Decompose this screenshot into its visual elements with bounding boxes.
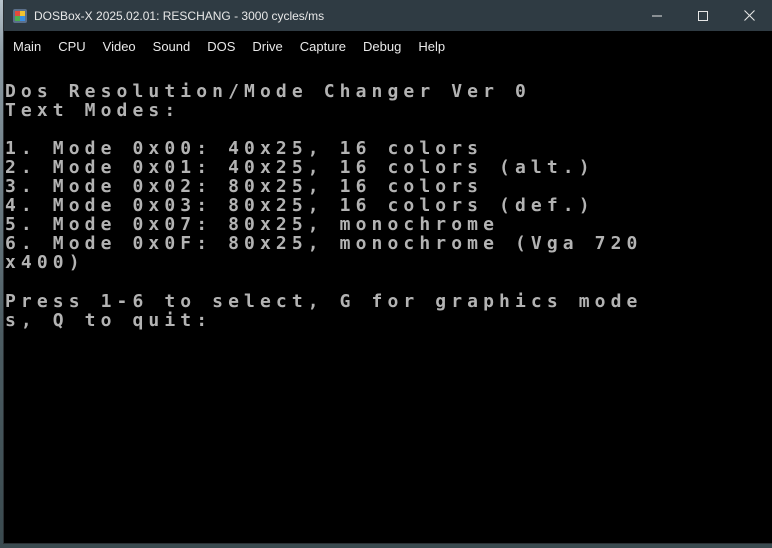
menu-video[interactable]: Video: [97, 31, 142, 63]
mode-option-line: 1. Mode 0x00: 40x25, 16 colors: [5, 138, 484, 159]
section-heading-line: Text Modes:: [5, 100, 181, 121]
menu-sound[interactable]: Sound: [147, 31, 197, 63]
mode-option-line: 3. Mode 0x02: 80x25, 16 colors: [5, 176, 484, 197]
prompt-line: Press 1-6 to select, G for graphics mode: [5, 291, 643, 312]
mode-option-line: 4. Mode 0x03: 80x25, 16 colors (def.): [5, 195, 595, 216]
menu-capture[interactable]: Capture: [294, 31, 352, 63]
mode-option-line-wrap: x400): [5, 252, 85, 273]
title-bar[interactable]: DOSBox-X 2025.02.01: RESCHANG - 3000 cyc…: [4, 0, 772, 31]
menu-cpu[interactable]: CPU: [52, 31, 91, 63]
menu-main[interactable]: Main: [7, 31, 47, 63]
dosbox-window: DOSBox-X 2025.02.01: RESCHANG - 3000 cyc…: [4, 0, 772, 543]
window-controls: [634, 0, 772, 31]
mode-option-line: 2. Mode 0x01: 40x25, 16 colors (alt.): [5, 157, 595, 178]
close-button[interactable]: [726, 0, 772, 31]
minimize-button[interactable]: [634, 0, 680, 31]
window-title: DOSBox-X 2025.02.01: RESCHANG - 3000 cyc…: [34, 8, 325, 23]
menu-debug[interactable]: Debug: [357, 31, 407, 63]
menu-bar: Main CPU Video Sound DOS Drive Capture D…: [4, 31, 772, 63]
program-title-line: Dos Resolution/Mode Changer Ver 0: [5, 81, 531, 102]
menu-drive[interactable]: Drive: [246, 31, 288, 63]
mode-option-line: 5. Mode 0x07: 80x25, monochrome: [5, 214, 500, 235]
dosbox-icon: [12, 8, 28, 24]
dos-screen[interactable]: Dos Resolution/Mode Changer Ver 0 Text M…: [4, 63, 772, 543]
menu-help[interactable]: Help: [412, 31, 451, 63]
menu-dos[interactable]: DOS: [201, 31, 241, 63]
maximize-button[interactable]: [680, 0, 726, 31]
maximize-icon: [698, 10, 708, 21]
prompt-line-wrap: s, Q to quit:: [5, 310, 213, 331]
close-icon: [743, 10, 755, 21]
mode-option-line: 6. Mode 0x0F: 80x25, monochrome (Vga 720: [5, 233, 643, 254]
minimize-icon: [652, 15, 662, 16]
